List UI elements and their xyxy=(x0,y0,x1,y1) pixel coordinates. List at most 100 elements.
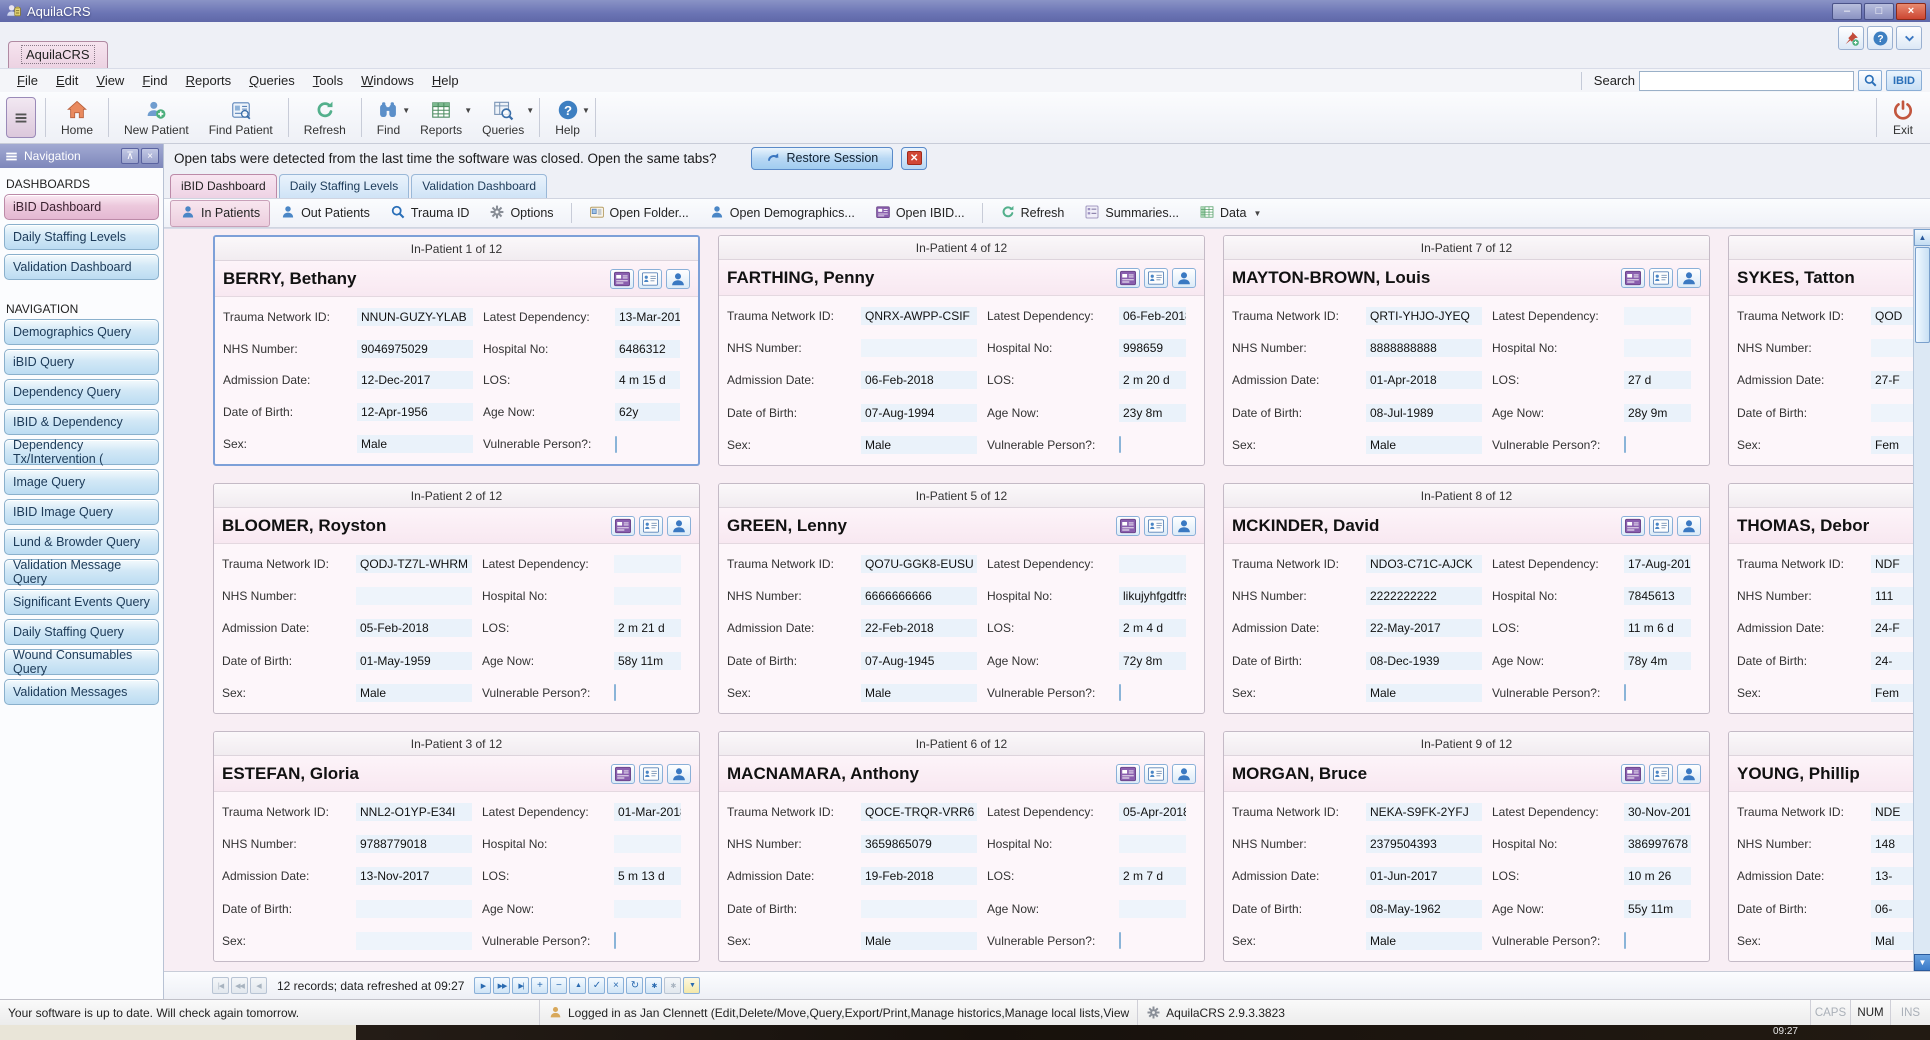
restore-session-button[interactable]: Restore Session xyxy=(751,147,894,170)
tab-daily-staffing-levels[interactable]: Daily Staffing Levels xyxy=(279,174,410,198)
vulnerable-person-checkbox[interactable] xyxy=(1119,932,1121,949)
home-button[interactable]: Home xyxy=(51,94,103,141)
dropdown-arrow-icon[interactable]: ▼ xyxy=(526,106,534,115)
sidebar-item-significant-events-query[interactable]: Significant Events Query xyxy=(4,589,159,615)
menu-help[interactable]: Help xyxy=(423,71,468,90)
vulnerable-person-checkbox[interactable] xyxy=(1119,684,1121,701)
sidebar-item-image-query[interactable]: Image Query xyxy=(4,469,159,495)
patient-card[interactable]: THOMAS, Debor Trauma Network ID:NDFLates… xyxy=(1728,483,1913,714)
vertical-scrollbar[interactable]: ▲ ▼ xyxy=(1913,229,1930,971)
sidebar-item-daily-staffing-query[interactable]: Daily Staffing Query xyxy=(4,619,159,645)
patient-card[interactable]: YOUNG, Phillip Trauma Network ID:NDELate… xyxy=(1728,731,1913,962)
menu-view[interactable]: View xyxy=(87,71,133,90)
summaries-button[interactable]: Summaries... xyxy=(1074,200,1189,227)
dismiss-notification-button[interactable]: ✕ xyxy=(901,147,927,170)
dropdown-arrow-icon[interactable]: ▼ xyxy=(582,106,590,115)
chevron-down-button[interactable] xyxy=(1896,26,1922,50)
navigator-next-page-button[interactable]: ▶▶ xyxy=(493,977,510,994)
open-patient-icon[interactable] xyxy=(1677,516,1701,536)
navigator-next-button[interactable]: ▶ xyxy=(474,977,491,994)
open-ibid-icon[interactable] xyxy=(611,764,635,784)
open-patient-icon[interactable] xyxy=(666,269,690,289)
refresh-button[interactable]: Refresh xyxy=(294,94,356,141)
vulnerable-person-checkbox[interactable] xyxy=(1624,684,1626,701)
open-ibid-icon[interactable] xyxy=(611,516,635,536)
sidebar-item-demographics-query[interactable]: Demographics Query xyxy=(4,319,159,345)
open-patient-icon[interactable] xyxy=(1172,764,1196,784)
sidebar-item-ibid-dependency[interactable]: IBID & Dependency xyxy=(4,409,159,435)
open-demographics-icon[interactable] xyxy=(1649,516,1673,536)
reports-button[interactable]: ▼Reports xyxy=(410,94,472,141)
tab-validation-dashboard[interactable]: Validation Dashboard xyxy=(411,174,547,198)
menu-queries[interactable]: Queries xyxy=(240,71,304,90)
exit-button[interactable]: Exit xyxy=(1892,98,1914,137)
open-demographics-icon[interactable] xyxy=(639,516,663,536)
open-demographics-icon[interactable] xyxy=(1144,516,1168,536)
open-patient-icon[interactable] xyxy=(1677,268,1701,288)
tab-aquilacrs[interactable]: AquilaCRS xyxy=(8,41,108,68)
sidebar-item-validation-messages[interactable]: Validation Messages xyxy=(4,679,159,705)
sidebar-item-validation-dashboard[interactable]: Validation Dashboard xyxy=(4,254,159,280)
trauma-id-button[interactable]: Trauma ID xyxy=(380,200,480,227)
patient-card[interactable]: SYKES, Tatton Trauma Network ID:QODLates… xyxy=(1728,235,1913,466)
open-ibid-icon[interactable] xyxy=(1116,764,1140,784)
open-ibid-icon[interactable] xyxy=(1116,516,1140,536)
vulnerable-person-checkbox[interactable] xyxy=(1119,436,1121,453)
refresh-button[interactable]: Refresh xyxy=(990,200,1075,227)
dropdown-arrow-icon[interactable]: ▼ xyxy=(464,106,472,115)
open-ibid-icon[interactable] xyxy=(1621,764,1645,784)
scrollbar-thumb[interactable] xyxy=(1915,247,1930,343)
sidebar-item-validation-message-query[interactable]: Validation Message Query xyxy=(4,559,159,585)
panel-close-button[interactable]: × xyxy=(141,148,159,164)
patient-card[interactable]: In-Patient 5 of 12 GREEN, Lenny Trauma N… xyxy=(718,483,1205,714)
maximize-button[interactable]: □ xyxy=(1864,3,1894,20)
ibid-button[interactable]: IBID xyxy=(1886,70,1922,91)
search-button[interactable] xyxy=(1858,70,1882,91)
sidebar-item-wound-consumables-query[interactable]: Wound Consumables Query xyxy=(4,649,159,675)
panel-pin-button[interactable]: ⊼ xyxy=(121,148,139,164)
find-button[interactable]: ▼Find xyxy=(367,94,410,141)
navigator-last-button[interactable]: ▶| xyxy=(512,977,529,994)
find-patient-button[interactable]: Find Patient xyxy=(199,94,283,141)
options-button[interactable]: Options xyxy=(479,200,563,227)
vulnerable-person-checkbox[interactable] xyxy=(615,436,617,453)
pin-button[interactable] xyxy=(1838,26,1864,50)
open-demographics-icon[interactable] xyxy=(1649,764,1673,784)
open-folder-button[interactable]: Open Folder... xyxy=(579,200,699,227)
scroll-down-button[interactable]: ▼ xyxy=(1914,954,1930,971)
vulnerable-person-checkbox[interactable] xyxy=(1624,436,1626,453)
open-demographics-icon[interactable] xyxy=(639,764,663,784)
dropdown-arrow-icon[interactable]: ▼ xyxy=(402,106,410,115)
open-ibid-icon[interactable] xyxy=(1116,268,1140,288)
navigator-delete-button[interactable]: − xyxy=(550,977,567,994)
search-input[interactable] xyxy=(1639,71,1854,91)
hamburger-button[interactable] xyxy=(6,97,36,138)
open-ibid-icon[interactable] xyxy=(1621,268,1645,288)
patient-card[interactable]: In-Patient 6 of 12 MACNAMARA, Anthony Tr… xyxy=(718,731,1205,962)
open-demographics-icon[interactable] xyxy=(638,269,662,289)
navigator-bookmark-button[interactable]: ✱ xyxy=(645,977,662,994)
in-patients-button[interactable]: In Patients xyxy=(170,200,270,227)
open-patient-icon[interactable] xyxy=(1677,764,1701,784)
patient-card[interactable]: In-Patient 9 of 12 MORGAN, Bruce Trauma … xyxy=(1223,731,1710,962)
open-patient-icon[interactable] xyxy=(667,516,691,536)
open-demographics-icon[interactable] xyxy=(1144,764,1168,784)
open-patient-icon[interactable] xyxy=(667,764,691,784)
minimize-button[interactable]: – xyxy=(1832,3,1862,20)
menu-file[interactable]: File xyxy=(8,71,47,90)
queries-button[interactable]: ▼Queries xyxy=(472,94,534,141)
open-demographics-icon[interactable] xyxy=(1144,268,1168,288)
menu-find[interactable]: Find xyxy=(133,71,176,90)
data-button[interactable]: Data▼ xyxy=(1189,200,1271,227)
navigator-refresh-data-button[interactable]: ↻ xyxy=(626,977,643,994)
menu-windows[interactable]: Windows xyxy=(352,71,423,90)
open-patient-icon[interactable] xyxy=(1172,516,1196,536)
scroll-up-button[interactable]: ▲ xyxy=(1914,229,1930,246)
sidebar-item-lund-browder-query[interactable]: Lund & Browder Query xyxy=(4,529,159,555)
open-ibid-button[interactable]: Open IBID... xyxy=(865,200,975,227)
sidebar-item-dependency-tx-intervention[interactable]: Dependency Tx/Intervention ( xyxy=(4,439,159,465)
help-round-button[interactable]: ? xyxy=(1867,26,1893,50)
patient-card[interactable]: In-Patient 3 of 12 ESTEFAN, Gloria Traum… xyxy=(213,731,700,962)
new-patient-button[interactable]: New Patient xyxy=(114,94,199,141)
sidebar-item-ibid-query[interactable]: iBID Query xyxy=(4,349,159,375)
